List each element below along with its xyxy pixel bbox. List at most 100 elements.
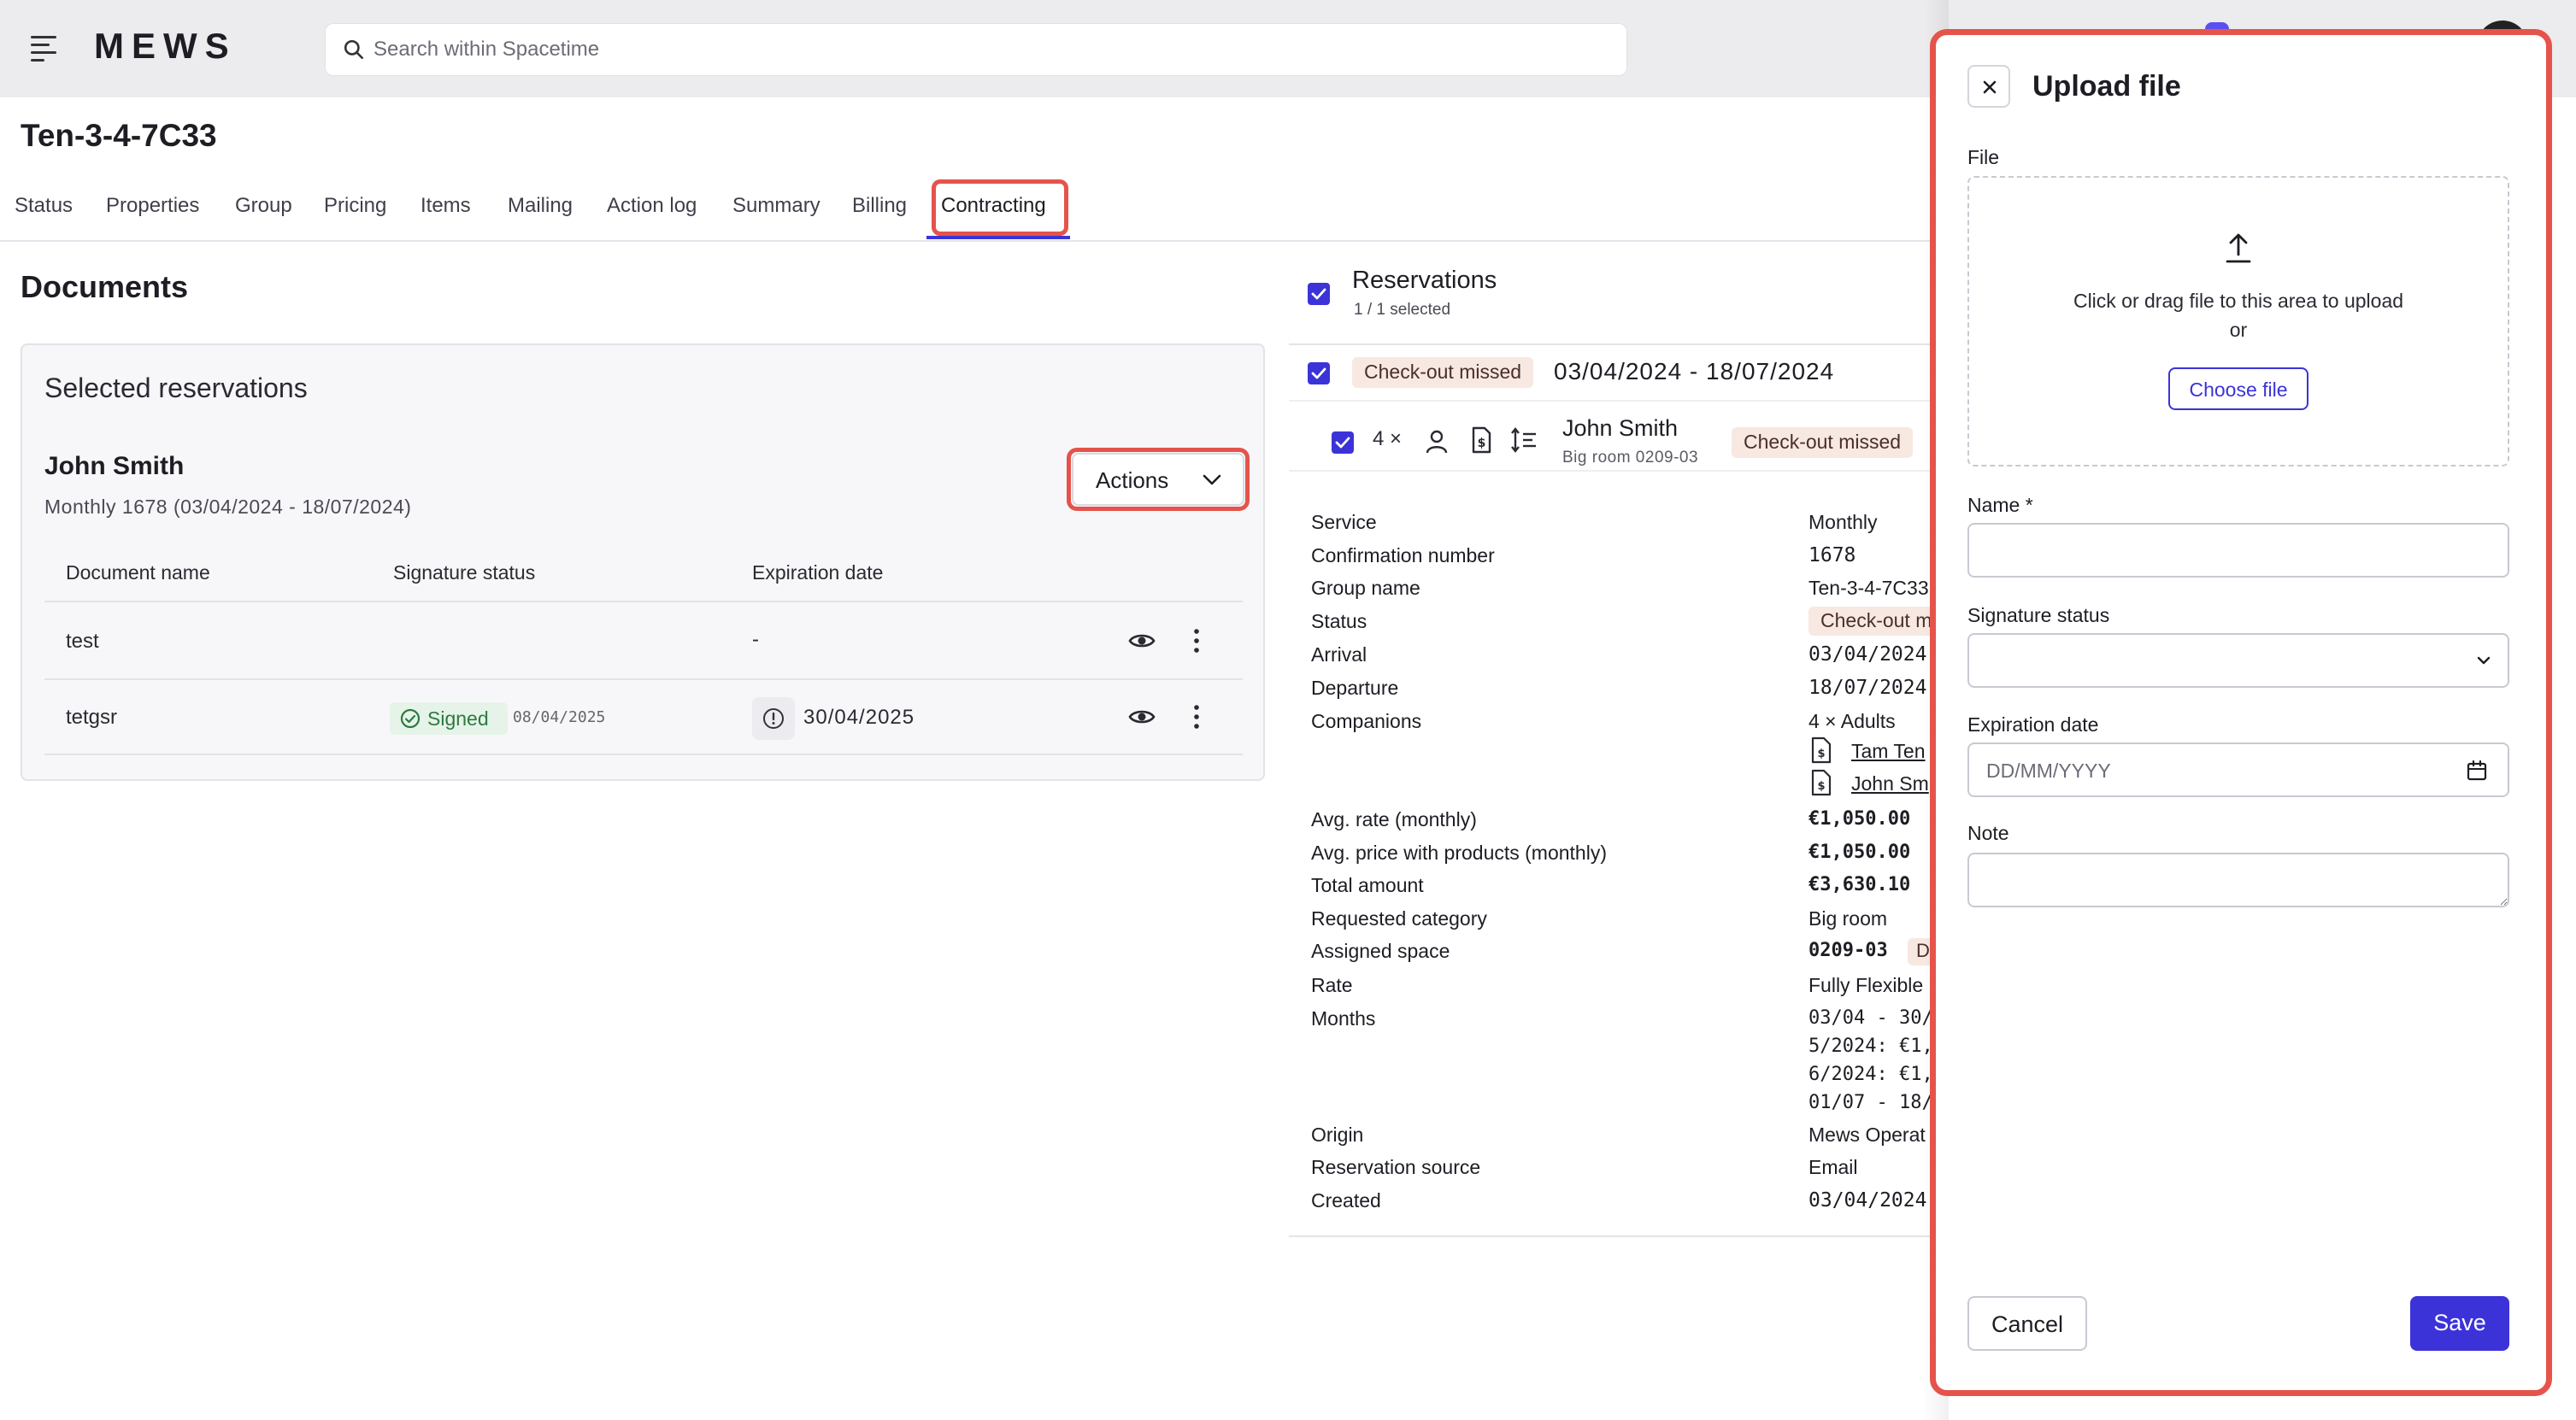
guest-name: John Smith [44, 452, 185, 480]
invoice-icon: $ [1811, 769, 1832, 796]
reservation-guest-name[interactable]: John Smith [1562, 415, 1678, 442]
check-circle-icon [400, 708, 421, 729]
divider [1289, 470, 1938, 472]
invoice-icon: $ [1472, 426, 1491, 454]
table-divider [44, 601, 1243, 602]
documents-title: Documents [21, 269, 189, 304]
companion-link[interactable]: Tam Ten [1851, 740, 1926, 763]
eye-icon[interactable] [1126, 625, 1157, 656]
tab-highlight [932, 179, 1068, 236]
expiration-indicator[interactable] [752, 697, 795, 740]
more-vertical-icon[interactable] [1181, 625, 1212, 656]
name-field[interactable] [1967, 523, 2509, 578]
detail-value: Mews Operat [1808, 1124, 1926, 1146]
active-tab-indicator [926, 236, 1070, 239]
detail-value: Big room [1808, 907, 1888, 930]
detail-label: Arrival [1311, 643, 1367, 666]
detail-value: 0209-03 [1808, 940, 1888, 961]
detail-label: Rate [1311, 974, 1353, 996]
table-divider [44, 754, 1243, 755]
detail-label: Avg. price with products (monthly) [1311, 842, 1607, 864]
tab-billing[interactable]: Billing [852, 194, 907, 218]
reservation-checkbox[interactable] [1332, 431, 1354, 454]
detail-value: 4 × Adults [1808, 710, 1896, 732]
calendar-icon[interactable] [2465, 759, 2489, 783]
svg-text:$: $ [1817, 780, 1825, 793]
eye-icon[interactable] [1126, 701, 1157, 732]
signature-date: 08/04/2025 [513, 708, 606, 726]
expiration-date-label: Expiration date [1967, 713, 2099, 736]
selection-count: 1 / 1 selected [1354, 301, 1451, 319]
detail-label: Service [1311, 511, 1377, 533]
actions-highlight [1067, 448, 1250, 511]
detail-value: Monthly [1808, 511, 1878, 533]
detail-label: Confirmation number [1311, 544, 1495, 566]
info-icon [763, 708, 784, 729]
save-button[interactable]: Save [2410, 1296, 2509, 1351]
signature-status-select[interactable] [1967, 633, 2509, 688]
tab-group[interactable]: Group [235, 194, 292, 218]
expiration-date-input[interactable] [1986, 756, 2414, 785]
companion-link[interactable]: John Sm [1851, 772, 1929, 795]
tab-status[interactable]: Status [15, 194, 73, 218]
sort-lines-icon [1511, 427, 1536, 453]
detail-value: 18/07/2024 [1808, 677, 1927, 699]
chevron-down-icon [2477, 656, 2491, 665]
detail-label: Group name [1311, 577, 1420, 599]
detail-value: Fully Flexible [1808, 974, 1924, 996]
page-title: Ten-3-4-7C33 [21, 118, 217, 153]
signed-badge: Signed [390, 702, 508, 735]
svg-text:$: $ [1817, 748, 1825, 760]
column-header-expiration-date[interactable]: Expiration date [752, 561, 883, 584]
menu-icon[interactable] [31, 36, 62, 62]
logo[interactable]: MEWS [94, 26, 237, 67]
expiration-date-field[interactable] [1967, 742, 2509, 797]
detail-label: Status [1311, 610, 1367, 632]
close-icon [1983, 80, 1997, 94]
tab-items[interactable]: Items [421, 194, 471, 218]
choose-file-button[interactable]: Choose file [2168, 367, 2308, 410]
section-title: Selected reservations [44, 373, 308, 403]
signed-label: Signed [427, 707, 489, 730]
status-badge: Check-out missed [1352, 357, 1534, 388]
svg-text:$: $ [1478, 437, 1486, 450]
cancel-button[interactable]: Cancel [1967, 1296, 2087, 1351]
detail-label: Companions [1311, 710, 1422, 732]
document-name[interactable]: test [66, 630, 99, 654]
invoice-icon: $ [1811, 736, 1832, 764]
reservation-dates: 03/04/2024 - 18/07/2024 [1554, 358, 1835, 384]
search-input[interactable] [373, 34, 1570, 65]
select-all-checkbox[interactable] [1308, 283, 1330, 305]
detail-value: Email [1808, 1156, 1858, 1178]
table-divider [44, 678, 1243, 680]
detail-value: 03/04/2024 [1808, 1189, 1927, 1212]
detail-value: €1,050.00 [1808, 842, 1911, 863]
dropzone-text: Click or drag file to this area to uploa… [2073, 290, 2404, 312]
document-name[interactable]: tetgsr [66, 706, 117, 730]
more-vertical-icon[interactable] [1181, 701, 1212, 732]
tab-pricing[interactable]: Pricing [324, 194, 386, 218]
detail-value: 1678 [1808, 544, 1856, 566]
detail-label: Months [1311, 1007, 1376, 1030]
column-header-document-name[interactable]: Document name [66, 561, 210, 584]
detail-value: €3,630.10 [1808, 874, 1911, 895]
upload-icon [2226, 233, 2251, 263]
note-field[interactable] [1967, 853, 2509, 907]
detail-label: Assigned space [1311, 940, 1450, 962]
detail-label: Total amount [1311, 874, 1424, 896]
reservation-group-checkbox[interactable] [1308, 362, 1330, 384]
detail-value: 03/04/2024 [1808, 643, 1927, 666]
expiration-value: 30/04/2025 [803, 706, 915, 729]
detail-value: Ten-3-4-7C33 [1808, 577, 1929, 599]
tab-properties[interactable]: Properties [106, 194, 199, 218]
tab-mailing[interactable]: Mailing [508, 194, 573, 218]
status-badge: Check-out missed [1732, 427, 1914, 458]
detail-label: Reservation source [1311, 1156, 1481, 1178]
close-button[interactable] [1967, 65, 2010, 108]
divider [1289, 1235, 1938, 1237]
column-header-signature-status[interactable]: Signature status [393, 561, 535, 584]
tab-action-log[interactable]: Action log [607, 194, 697, 218]
file-label: File [1967, 146, 2000, 168]
tab-summary[interactable]: Summary [732, 194, 820, 218]
search-bar[interactable] [325, 23, 1627, 76]
